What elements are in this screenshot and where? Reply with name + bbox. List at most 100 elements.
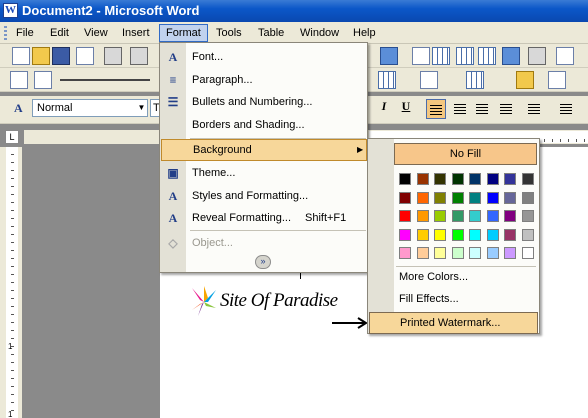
- color-swatch[interactable]: [434, 228, 446, 241]
- menu-table[interactable]: Table: [252, 24, 290, 42]
- color-swatch[interactable]: [504, 191, 516, 204]
- print-preview-icon[interactable]: [130, 47, 148, 65]
- color-swatch[interactable]: [451, 228, 464, 241]
- menu-item-borders[interactable]: Borders and Shading...: [161, 114, 367, 136]
- no-fill-button[interactable]: No Fill: [394, 143, 537, 165]
- menu-item-styles[interactable]: A Styles and Formatting...: [161, 185, 367, 207]
- sort-icon[interactable]: [548, 71, 566, 89]
- list-icon[interactable]: [420, 71, 438, 89]
- color-swatch[interactable]: [416, 191, 429, 204]
- color-swatch[interactable]: [434, 173, 446, 185]
- new-document-icon[interactable]: [12, 47, 30, 65]
- columns-icon[interactable]: [478, 47, 496, 65]
- word-icon[interactable]: W: [3, 3, 18, 18]
- edit-icon[interactable]: [10, 71, 28, 89]
- line-style-icon[interactable]: [60, 79, 150, 81]
- color-swatch[interactable]: [399, 247, 411, 259]
- menu-item-more-colors[interactable]: More Colors...: [369, 266, 538, 288]
- table-grid-icon[interactable]: [378, 71, 396, 89]
- color-swatch[interactable]: [486, 173, 499, 185]
- color-swatch[interactable]: [521, 210, 534, 222]
- color-swatch[interactable]: [469, 173, 481, 185]
- align-left-button[interactable]: [426, 99, 446, 119]
- color-swatch[interactable]: [416, 173, 429, 185]
- color-swatch[interactable]: [521, 228, 534, 241]
- color-swatch[interactable]: [399, 173, 411, 185]
- vertical-ruler[interactable]: 1 1: [0, 147, 22, 418]
- color-swatch[interactable]: [451, 173, 464, 185]
- numbering-button[interactable]: [556, 99, 576, 119]
- insert-excel-icon[interactable]: [456, 47, 474, 65]
- menu-edit[interactable]: Edit: [44, 24, 75, 42]
- color-swatch[interactable]: [486, 228, 499, 241]
- align-center-button[interactable]: [450, 99, 470, 119]
- print-icon[interactable]: [104, 47, 122, 65]
- color-swatch[interactable]: [504, 173, 516, 185]
- menu-item-background[interactable]: Background ▶: [161, 139, 367, 161]
- color-swatch[interactable]: [486, 191, 499, 204]
- tab-selector[interactable]: L: [5, 130, 19, 144]
- color-swatch[interactable]: [434, 247, 446, 259]
- color-swatch[interactable]: [434, 191, 446, 204]
- color-swatch[interactable]: [504, 228, 516, 241]
- open-folder-icon[interactable]: [32, 47, 50, 65]
- color-swatch[interactable]: [521, 247, 534, 259]
- document-map-icon[interactable]: [528, 47, 546, 65]
- menubar-grip[interactable]: [4, 26, 7, 40]
- color-swatch[interactable]: [504, 210, 516, 222]
- color-swatch[interactable]: [521, 173, 534, 185]
- color-swatch[interactable]: [399, 210, 411, 222]
- menu-format[interactable]: Format: [159, 24, 208, 42]
- drawing-icon[interactable]: [502, 47, 520, 65]
- menu-file[interactable]: File: [10, 24, 40, 42]
- hyperlink-icon[interactable]: [380, 47, 398, 65]
- color-swatch[interactable]: [486, 247, 499, 259]
- color-swatch[interactable]: [451, 210, 464, 222]
- color-swatch[interactable]: [469, 191, 481, 204]
- menu-item-font[interactable]: A Font...: [161, 46, 367, 68]
- menu-help[interactable]: Help: [347, 24, 382, 42]
- menu-window[interactable]: Window: [294, 24, 345, 42]
- expand-menu-icon[interactable]: »: [255, 255, 271, 269]
- menu-item-paragraph[interactable]: ≡ Paragraph...: [161, 69, 367, 91]
- color-swatch[interactable]: [416, 247, 429, 259]
- underline-button[interactable]: U: [396, 99, 416, 119]
- line-spacing-button[interactable]: [524, 99, 544, 119]
- color-swatch[interactable]: [486, 210, 499, 222]
- insert-table-icon[interactable]: [432, 47, 450, 65]
- edit-doc-icon[interactable]: [34, 71, 52, 89]
- style-select[interactable]: Normal: [32, 99, 148, 117]
- chevron-down-icon[interactable]: ▼: [136, 100, 147, 116]
- color-swatch[interactable]: [416, 210, 429, 222]
- color-swatch[interactable]: [469, 228, 481, 241]
- distribute-icon[interactable]: [466, 71, 484, 89]
- color-swatch[interactable]: [504, 247, 516, 259]
- permission-icon[interactable]: [76, 47, 94, 65]
- autoformat-icon[interactable]: [516, 71, 534, 89]
- color-swatch[interactable]: [451, 247, 464, 259]
- color-swatch[interactable]: [399, 191, 411, 204]
- color-swatch[interactable]: [469, 247, 481, 259]
- color-swatch[interactable]: [434, 210, 446, 222]
- menu-separator: [190, 230, 366, 231]
- tables-borders-icon[interactable]: [412, 47, 430, 65]
- menu-item-theme[interactable]: ▣ Theme...: [161, 162, 367, 184]
- italic-button[interactable]: I: [374, 99, 394, 119]
- show-hide-icon[interactable]: [556, 47, 574, 65]
- save-icon[interactable]: [52, 47, 70, 65]
- color-swatch[interactable]: [469, 210, 481, 222]
- color-swatch[interactable]: [521, 191, 534, 204]
- menu-item-reveal-formatting[interactable]: A Reveal Formatting... Shift+F1: [161, 207, 367, 229]
- menu-view[interactable]: View: [78, 24, 114, 42]
- menu-insert[interactable]: Insert: [116, 24, 156, 42]
- styles-pane-icon[interactable]: A: [14, 101, 32, 119]
- justify-button[interactable]: [496, 99, 516, 119]
- color-swatch[interactable]: [399, 228, 411, 241]
- menu-item-fill-effects[interactable]: Fill Effects...: [369, 288, 538, 310]
- menu-item-bullets[interactable]: ☰ Bullets and Numbering...: [161, 91, 367, 113]
- align-right-button[interactable]: [472, 99, 492, 119]
- color-swatch[interactable]: [416, 228, 429, 241]
- menu-tools[interactable]: Tools: [210, 24, 248, 42]
- menu-item-printed-watermark[interactable]: Printed Watermark...: [369, 312, 538, 334]
- color-swatch[interactable]: [451, 191, 464, 204]
